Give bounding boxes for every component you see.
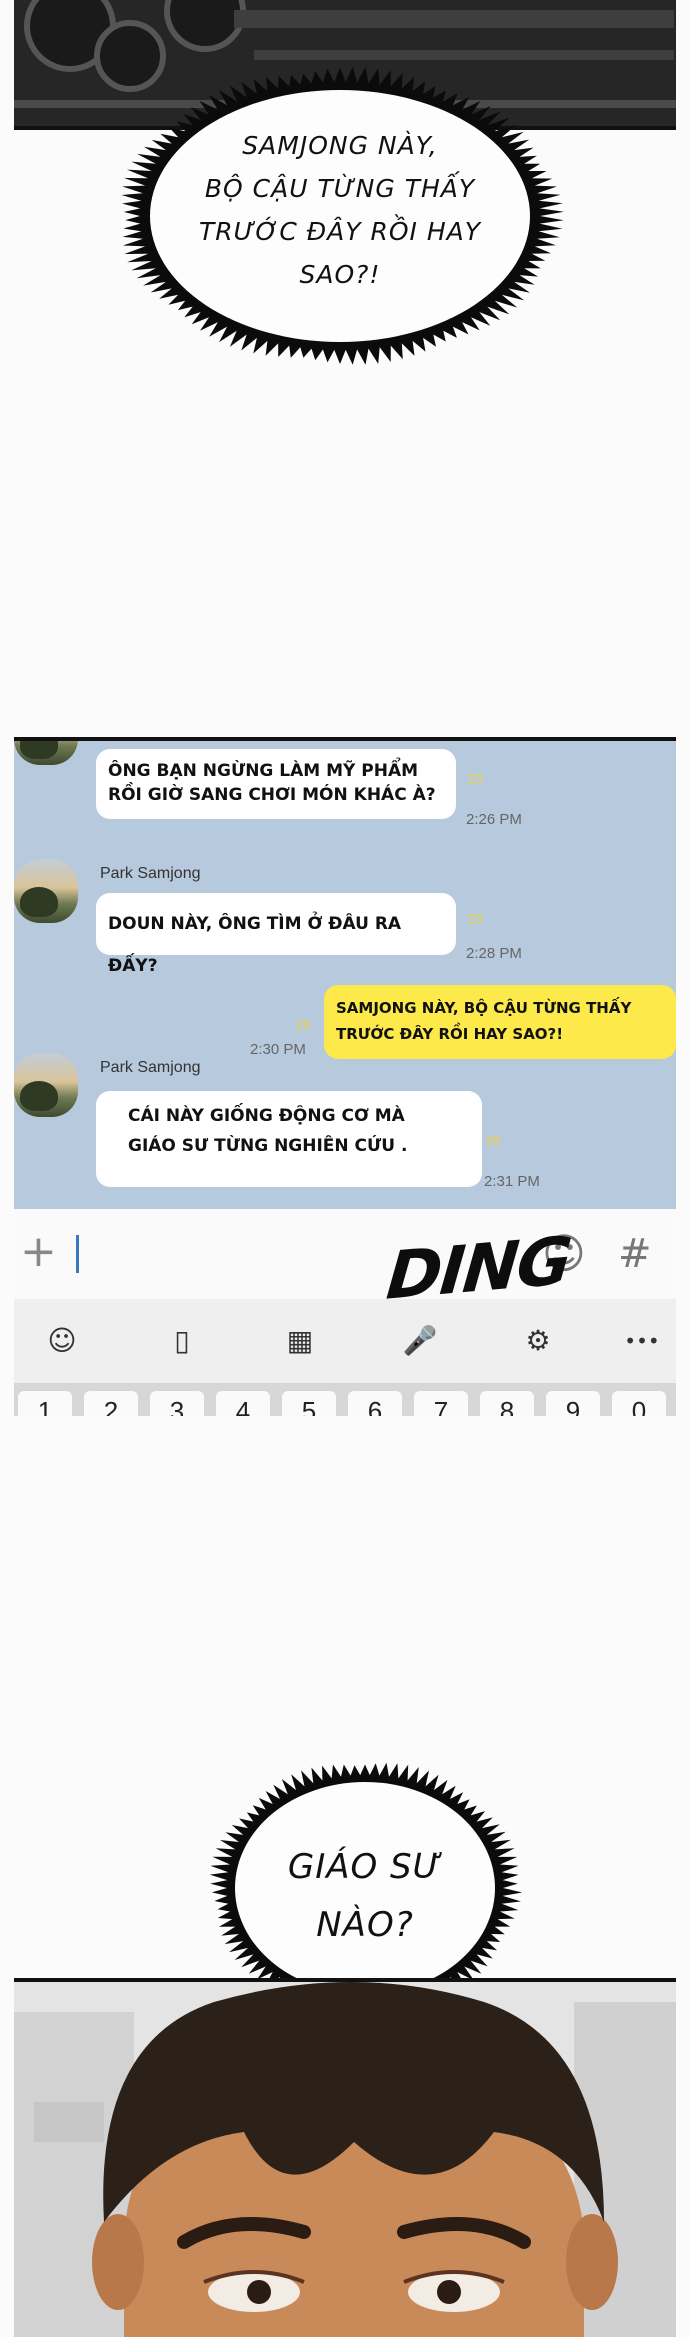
message-time: 2:28 PM bbox=[466, 945, 522, 962]
machine-rail bbox=[234, 10, 674, 28]
text-cursor bbox=[76, 1235, 79, 1273]
clipboard-icon[interactable]: ▯ bbox=[162, 1321, 202, 1361]
avatar bbox=[14, 741, 78, 765]
character-face-panel bbox=[14, 1978, 676, 2337]
key-2[interactable]: 2 bbox=[84, 1391, 138, 1416]
read-count: 23 bbox=[468, 911, 483, 926]
message-line: CÁI NÀY GIỐNG ĐỘNG CƠ MÀ bbox=[128, 1106, 405, 1126]
bubble-line: BỘ CẬU TỪNG THẤY bbox=[204, 174, 476, 203]
microphone-icon[interactable]: 🎤 bbox=[400, 1321, 440, 1361]
message-time: 2:31 PM bbox=[484, 1173, 540, 1190]
chat-message-bubble: CÁI NÀY GIỐNG ĐỘNG CƠ MÀ GIÁO SƯ TỪNG NG… bbox=[96, 1091, 482, 1187]
sender-name: Park Samjong bbox=[100, 1059, 201, 1076]
avatar bbox=[14, 1053, 78, 1117]
key-7[interactable]: 7 bbox=[414, 1391, 468, 1416]
message-line: GIÁO SƯ TỪNG NGHIÊN CỨU . bbox=[128, 1136, 408, 1156]
key-3[interactable]: 3 bbox=[150, 1391, 204, 1416]
chat-message-bubble: DOUN NÀY, ÔNG TÌM Ở ĐÂU RA ĐẤY? bbox=[96, 893, 456, 976]
message-line: SAMJONG NÀY, BỘ CẬU TỪNG THẤY bbox=[336, 999, 632, 1017]
bubble-line: SAO?! bbox=[299, 260, 381, 289]
character-face-illustration bbox=[14, 1982, 676, 2337]
key-8[interactable]: 8 bbox=[480, 1391, 534, 1416]
speech-bubble-bottom-text: GIÁO SƯ NÀO? bbox=[215, 1838, 515, 1954]
key-4[interactable]: 4 bbox=[216, 1391, 270, 1416]
bubble-line: GIÁO SƯ bbox=[287, 1847, 443, 1887]
settings-gear-icon[interactable]: ⚙ bbox=[518, 1321, 558, 1361]
keyboard-toolbar: ☺ ▯ ▦ 🎤 ⚙ ••• bbox=[14, 1299, 676, 1383]
more-options-icon[interactable]: ••• bbox=[622, 1321, 662, 1361]
message-line: RỒI GIỜ SANG CHƠI MÓN KHÁC À? bbox=[108, 785, 436, 805]
plus-icon[interactable]: + bbox=[20, 1227, 57, 1277]
message-line: DOUN NÀY, ÔNG TÌM Ở ĐÂU RA ĐẤY? bbox=[108, 914, 402, 976]
avatar bbox=[14, 859, 78, 923]
hashtag-icon[interactable]: # bbox=[618, 1229, 652, 1279]
emoji-icon[interactable]: ☺ bbox=[42, 1321, 82, 1361]
message-time: 2:26 PM bbox=[466, 811, 522, 828]
chat-message-bubble-mine: SAMJONG NÀY, BỘ CẬU TỪNG THẤY TRƯỚC ĐÂY … bbox=[324, 985, 676, 1059]
key-0[interactable]: 0 bbox=[612, 1391, 666, 1416]
key-1[interactable]: 1 bbox=[18, 1391, 72, 1416]
speech-bubble-top-text: SAMJONG NÀY, BỘ CẬU TỪNG THẤY TRƯỚC ĐÂY … bbox=[160, 124, 520, 296]
keyboard-number-row: 1 2 3 4 5 6 7 8 9 0 bbox=[14, 1383, 676, 1416]
read-count: 23 bbox=[468, 771, 483, 786]
chat-message-bubble: ÔNG BẠN NGỪNG LÀM MỸ PHẨM RỒI GIỜ SANG C… bbox=[96, 749, 456, 819]
bubble-line: TRƯỚC ĐÂY RỒI HAY bbox=[198, 217, 482, 246]
keypad-icon[interactable]: ▦ bbox=[280, 1321, 320, 1361]
key-9[interactable]: 9 bbox=[546, 1391, 600, 1416]
read-count: 26 bbox=[296, 1017, 311, 1032]
message-line: ÔNG BẠN NGỪNG LÀM MỸ PHẨM bbox=[108, 761, 419, 781]
chat-screenshot-panel: ÔNG BẠN NGỪNG LÀM MỸ PHẨM RỒI GIỜ SANG C… bbox=[14, 737, 676, 1416]
sender-name: Park Samjong bbox=[100, 865, 201, 882]
bubble-line: NÀO? bbox=[316, 1905, 414, 1945]
bubble-line: SAMJONG NÀY, bbox=[242, 131, 438, 160]
message-input-bar[interactable]: + ☺ # bbox=[14, 1209, 676, 1299]
key-6[interactable]: 6 bbox=[348, 1391, 402, 1416]
read-count: 26 bbox=[486, 1133, 501, 1148]
message-time: 2:30 PM bbox=[250, 1041, 306, 1058]
message-line: TRƯỚC ĐÂY RỒI HAY SAO?! bbox=[336, 1025, 564, 1043]
key-5[interactable]: 5 bbox=[282, 1391, 336, 1416]
